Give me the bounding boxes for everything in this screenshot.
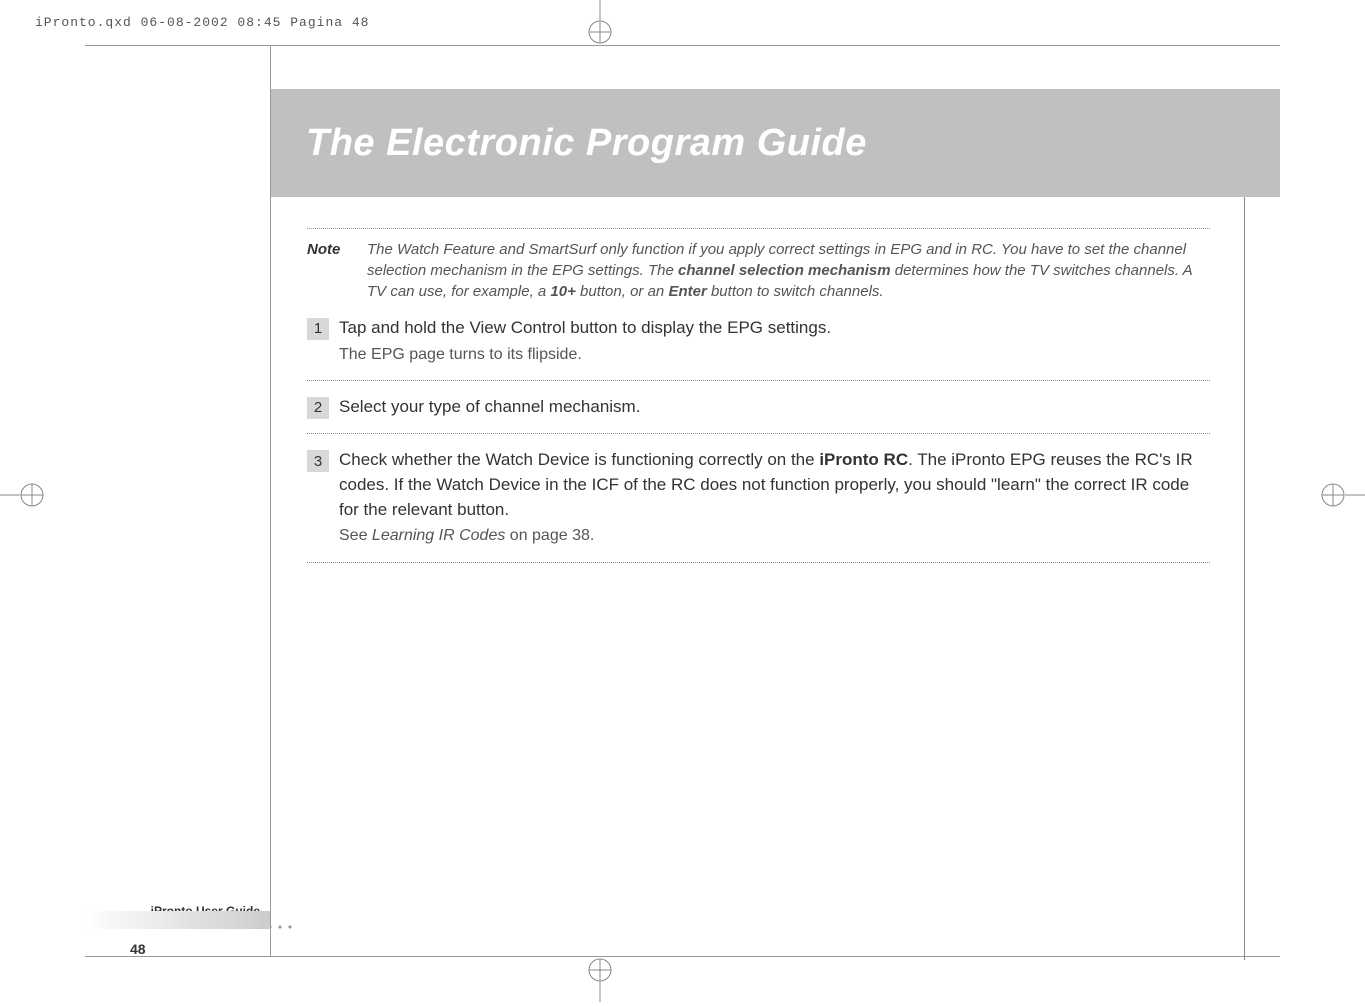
page-frame: The Electronic Program Guide Note The Wa… xyxy=(85,45,1280,957)
step-3: 3 Check whether the Watch Device is func… xyxy=(307,448,1210,547)
step-text: Check whether the Watch Device is functi… xyxy=(339,448,1210,547)
step-number: 1 xyxy=(307,318,329,340)
divider xyxy=(307,433,1210,434)
step-text: Tap and hold the View Control button to … xyxy=(339,316,1210,366)
print-metadata: iPronto.qxd 06-08-2002 08:45 Pagina 48 xyxy=(35,15,369,30)
body-content: Note The Watch Feature and SmartSurf onl… xyxy=(307,210,1210,573)
frame-line-top xyxy=(85,45,1280,46)
divider xyxy=(307,380,1210,381)
note-block: Note The Watch Feature and SmartSurf onl… xyxy=(307,239,1210,302)
page-footer: iPronto User Guide 48 xyxy=(85,904,295,957)
page-number: 48 xyxy=(85,941,295,957)
step-number: 3 xyxy=(307,450,329,472)
divider xyxy=(307,228,1210,229)
divider xyxy=(307,562,1210,563)
crop-mark-right-icon xyxy=(1320,475,1365,515)
footer-gradient xyxy=(85,911,270,929)
crop-mark-left-icon xyxy=(0,475,45,515)
step-2: 2 Select your type of channel mechanism. xyxy=(307,395,1210,420)
title-bar: The Electronic Program Guide xyxy=(271,89,1280,197)
frame-line-right xyxy=(1244,90,1245,960)
crop-mark-bottom-icon xyxy=(580,957,620,1002)
step-text: Select your type of channel mechanism. xyxy=(339,395,1210,420)
note-label: Note xyxy=(307,239,367,302)
crop-mark-top-icon xyxy=(580,0,620,45)
step-number: 2 xyxy=(307,397,329,419)
note-text: The Watch Feature and SmartSurf only fun… xyxy=(367,239,1210,302)
step-1: 1 Tap and hold the View Control button t… xyxy=(307,316,1210,366)
page-title: The Electronic Program Guide xyxy=(306,122,867,165)
